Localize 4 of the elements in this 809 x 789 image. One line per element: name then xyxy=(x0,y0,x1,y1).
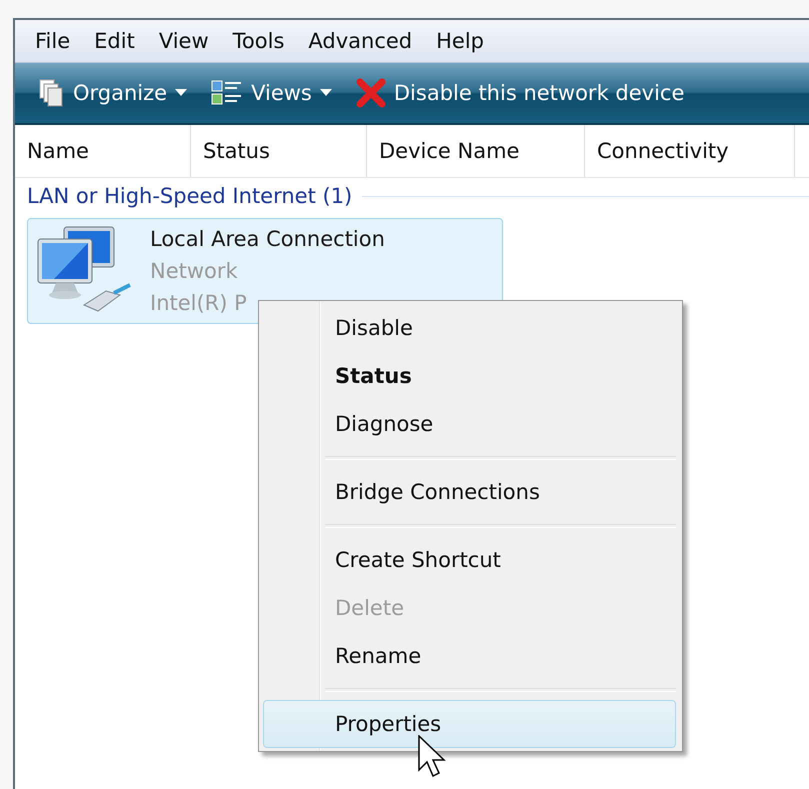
group-title: LAN or High-Speed Internet (1) xyxy=(27,184,352,208)
connection-name: Local Area Connection xyxy=(150,226,385,253)
connection-type: Network xyxy=(150,258,239,285)
connection-device: Intel(R) P xyxy=(150,290,248,317)
